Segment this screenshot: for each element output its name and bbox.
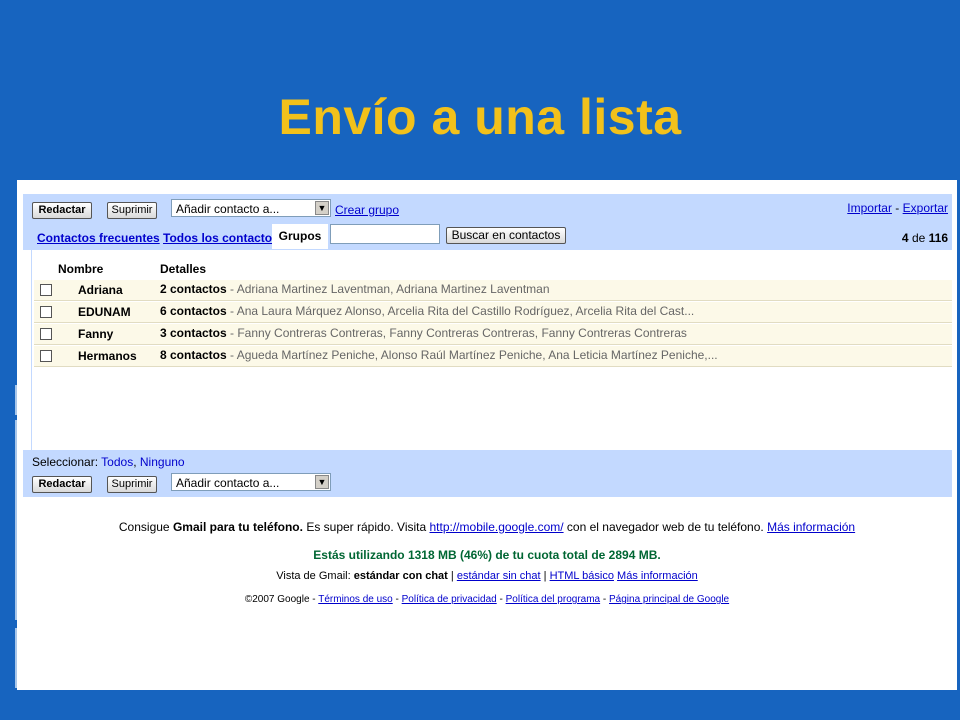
top-toolbar: Redactar Suprimir Añadir contacto a... ▼… — [23, 194, 952, 250]
promo-pre: Consigue — [118, 520, 170, 534]
group-name[interactable]: Fanny — [78, 327, 113, 341]
promo-bold: Gmail para tu teléfono. — [172, 520, 303, 534]
program-policy-link[interactable]: Política del programa — [506, 594, 601, 605]
delete-button-bottom[interactable]: Suprimir — [107, 476, 157, 493]
copyright-links: ©2007 Google - Términos de uso - Polític… — [17, 594, 957, 605]
search-contacts-button[interactable]: Buscar en contactos — [446, 227, 566, 244]
table-row[interactable]: Adriana 2 contactos - Adriana Martinez L… — [34, 280, 952, 301]
mobile-url-link[interactable]: http://mobile.google.com/ — [430, 520, 564, 534]
dash: - — [312, 594, 316, 605]
add-contact-select-value: Añadir contacto a... — [176, 202, 280, 216]
view-separator: | — [543, 570, 547, 582]
bottom-toolbar: Seleccionar: Todos, Ninguno Redactar Sup… — [23, 450, 952, 497]
promo-post: con el navegador web de tu teléfono. — [566, 520, 764, 534]
dash: - — [395, 594, 399, 605]
view-no-chat-link[interactable]: estándar sin chat — [457, 570, 541, 582]
group-details: 2 contactos - Adriana Martinez Laventman… — [160, 282, 550, 296]
group-name[interactable]: Adriana — [78, 283, 123, 297]
row-checkbox[interactable] — [40, 350, 52, 362]
group-details: 6 contactos - Ana Laura Márquez Alonso, … — [160, 304, 694, 318]
tab-groups[interactable]: Grupos — [272, 224, 328, 249]
compose-button[interactable]: Redactar — [32, 202, 92, 219]
row-checkbox[interactable] — [40, 328, 52, 340]
pagination: 4 de 116 — [902, 231, 948, 245]
select-comma: , — [133, 455, 137, 469]
tab-all-contacts[interactable]: Todos los contactos — [163, 231, 279, 245]
group-name[interactable]: EDUNAM — [78, 305, 131, 319]
slide-title: Envío a una lista — [278, 89, 682, 145]
contact-count: 8 contactos — [160, 348, 227, 362]
contact-count: 3 contactos — [160, 326, 227, 340]
group-details: 8 contactos - Agueda Martínez Peniche, A… — [160, 348, 718, 362]
view-separator: | — [450, 570, 454, 582]
column-header-name: Nombre — [58, 262, 104, 276]
chevron-down-icon[interactable]: ▼ — [315, 201, 329, 215]
column-header-details: Detalles — [160, 262, 207, 276]
copyright: ©2007 Google — [244, 594, 310, 605]
group-name[interactable]: Hermanos — [78, 349, 137, 363]
group-details: 3 contactos - Fanny Contreras Contreras,… — [160, 326, 687, 340]
compose-button-bottom[interactable]: Redactar — [32, 476, 92, 493]
group-members: - Fanny Contreras Contreras, Fanny Contr… — [226, 326, 687, 340]
select-none-link[interactable]: Ninguno — [140, 455, 185, 469]
table-row[interactable]: Hermanos 8 contactos - Agueda Martínez P… — [34, 346, 952, 367]
view-label: Vista de Gmail: — [276, 570, 351, 582]
export-link[interactable]: Exportar — [903, 201, 948, 215]
dash: - — [499, 594, 503, 605]
pagination-of: de — [911, 231, 926, 245]
dash: - — [602, 594, 607, 605]
add-contact-select-bottom[interactable]: Añadir contacto a... ▼ — [171, 473, 331, 491]
contact-count: 2 contactos — [160, 282, 227, 296]
create-group-link[interactable]: Crear grupo — [335, 203, 399, 217]
add-contact-select-value: Añadir contacto a... — [176, 476, 280, 490]
add-contact-select[interactable]: Añadir contacto a... ▼ — [171, 199, 331, 217]
link-separator: - — [895, 201, 900, 215]
import-export-links: Importar - Exportar — [847, 201, 948, 215]
storage-quota: Estás utilizando 1318 MB (46%) de tu cuo… — [313, 548, 661, 562]
promo-more-info-link[interactable]: Más información — [767, 520, 855, 534]
row-checkbox[interactable] — [40, 284, 52, 296]
pagination-current: 4 — [901, 231, 909, 245]
select-all-link[interactable]: Todos — [101, 455, 133, 469]
group-members: - Agueda Martínez Peniche, Alonso Raúl M… — [226, 348, 718, 362]
import-link[interactable]: Importar — [847, 201, 892, 215]
gmail-mobile-promo: Consigue Gmail para tu teléfono. Es supe… — [17, 520, 957, 534]
row-checkbox[interactable] — [40, 306, 52, 318]
table-row[interactable]: EDUNAM 6 contactos - Ana Laura Márquez A… — [34, 302, 952, 323]
delete-button[interactable]: Suprimir — [107, 202, 157, 219]
group-members: - Ana Laura Márquez Alonso, Arcelia Rita… — [226, 304, 695, 318]
groups-list: Nombre Detalles Adriana 2 contactos - Ad… — [31, 250, 953, 450]
pagination-total: 116 — [928, 231, 948, 245]
google-homepage-link[interactable]: Página principal de Google — [609, 594, 729, 605]
view-current: estándar con chat — [353, 570, 448, 582]
group-members: - Adriana Martinez Laventman, Adriana Ma… — [226, 282, 550, 296]
view-basic-html-link[interactable]: HTML básico — [550, 570, 614, 582]
privacy-link[interactable]: Política de privacidad — [402, 594, 497, 605]
gmail-view-links: Vista de Gmail: estándar con chat | está… — [17, 570, 957, 582]
contacts-panel: Redactar Suprimir Añadir contacto a... ▼… — [17, 180, 957, 690]
select-label: Seleccionar: — [32, 455, 99, 469]
terms-link[interactable]: Términos de uso — [318, 594, 392, 605]
table-row[interactable]: Fanny 3 contactos - Fanny Contreras Cont… — [34, 324, 952, 345]
tab-frequent-contacts[interactable]: Contactos frecuentes — [37, 231, 160, 245]
chevron-down-icon[interactable]: ▼ — [315, 475, 329, 489]
contact-count: 6 contactos — [160, 304, 227, 318]
contact-search-input[interactable] — [330, 224, 440, 244]
view-more-info-link[interactable]: Más información — [617, 570, 698, 582]
select-links: Seleccionar: Todos, Ninguno — [32, 455, 185, 469]
promo-mid: Es super rápido. Visita — [306, 520, 427, 534]
